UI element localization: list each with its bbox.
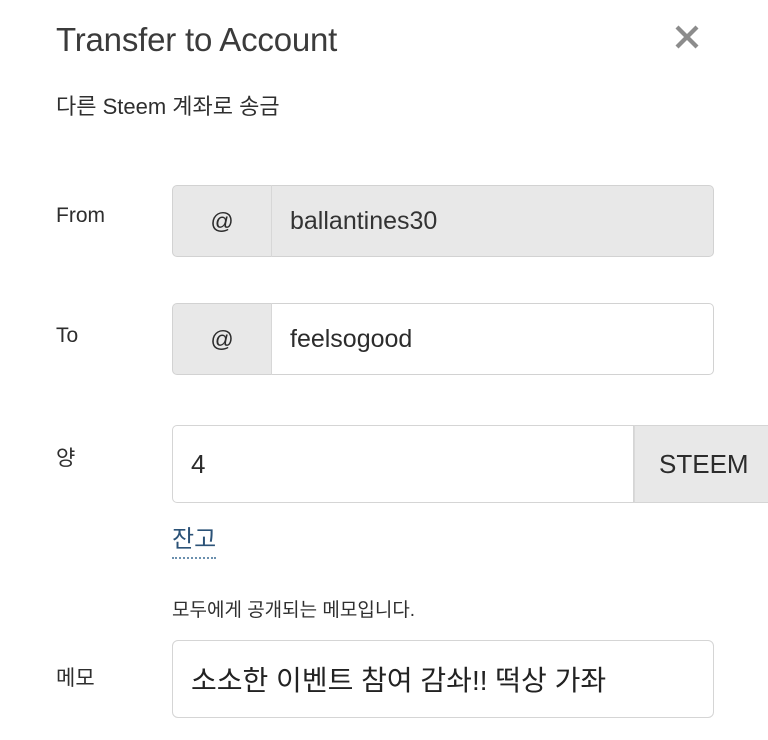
transfer-dialog: Transfer to Account 다른 Steem 계좌로 송금 From… bbox=[0, 0, 768, 740]
dialog-subtitle: 다른 Steem 계좌로 송금 bbox=[56, 94, 280, 119]
balance-link[interactable]: 잔고 bbox=[172, 526, 217, 560]
to-field-group: @ bbox=[172, 303, 714, 375]
from-label: From bbox=[56, 204, 105, 227]
to-label: To bbox=[56, 324, 79, 347]
to-account-input[interactable] bbox=[272, 303, 714, 375]
from-field-group: @ bbox=[172, 185, 714, 257]
close-icon bbox=[672, 22, 702, 52]
amount-label: 양 bbox=[56, 447, 76, 470]
close-button[interactable] bbox=[666, 16, 708, 58]
memo-label: 메모 bbox=[56, 667, 95, 690]
page-title: Transfer to Account bbox=[56, 21, 338, 58]
at-sign-icon: @ bbox=[172, 185, 272, 257]
amount-field-group: STEEM bbox=[172, 425, 768, 503]
from-account-input[interactable] bbox=[272, 185, 714, 257]
memo-input[interactable] bbox=[172, 640, 714, 718]
at-sign-icon: @ bbox=[172, 303, 272, 375]
memo-hint: 모두에게 공개되는 메모입니다. bbox=[172, 600, 416, 621]
amount-input[interactable] bbox=[172, 425, 634, 503]
currency-selector[interactable]: STEEM bbox=[634, 425, 768, 503]
